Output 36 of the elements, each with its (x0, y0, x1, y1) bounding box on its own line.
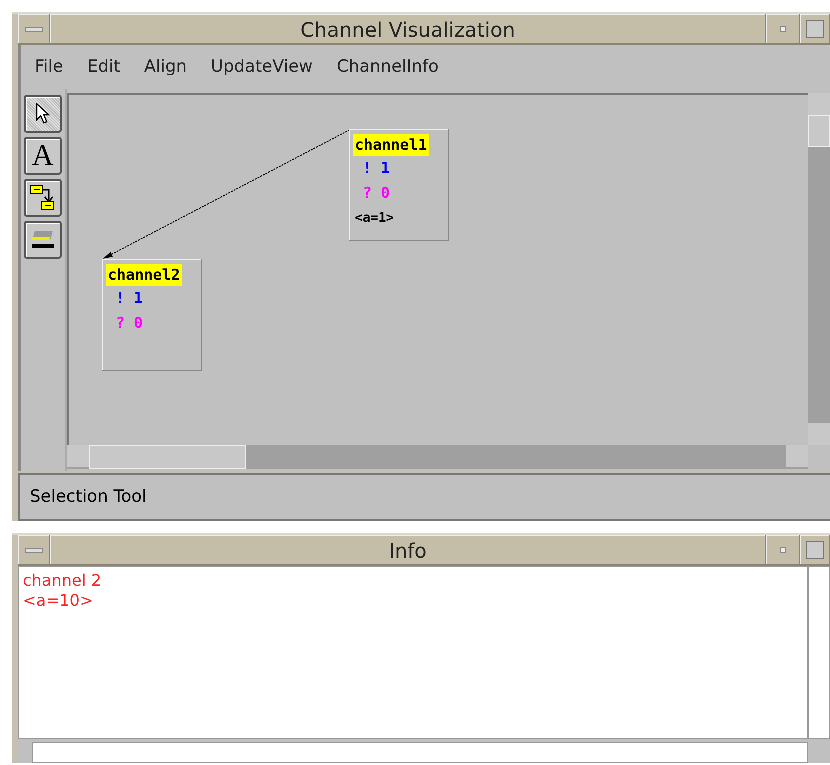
maximize-button[interactable] (800, 535, 830, 565)
minimize-button[interactable] (766, 535, 800, 565)
info-line: channel 2 (23, 571, 103, 591)
horizontal-scrollbar[interactable] (32, 742, 808, 763)
pointer-icon (35, 103, 51, 125)
channel-name: channel1 (353, 134, 430, 156)
menu-item[interactable]: Edit (87, 57, 120, 77)
receive-count: ? 0 (362, 183, 392, 204)
channel-name: channel2 (106, 264, 182, 286)
channel-node[interactable]: channel1 ! 1 ? 0 <a=1> (349, 129, 449, 241)
info-line: <a=10> (23, 591, 94, 611)
channel-value: <a=1> (354, 210, 396, 228)
send-count: ! 1 (115, 288, 144, 309)
text-tool-button[interactable]: A (24, 137, 62, 175)
window-menu-button[interactable] (18, 535, 50, 565)
window-title: Info (50, 535, 766, 565)
connector-icon (30, 184, 56, 212)
selection-tool-button[interactable] (24, 95, 62, 133)
window-title: Channel Visualization (50, 14, 766, 44)
menu-item[interactable]: UpdateView (211, 57, 313, 77)
maximize-button[interactable] (800, 14, 830, 44)
receive-count: ? 0 (115, 313, 144, 334)
window-menu-button[interactable] (18, 14, 50, 44)
channel-node[interactable]: channel2 ! 1 ? 0 (102, 259, 202, 371)
distributor-tool-button[interactable] (24, 221, 62, 259)
minimize-button[interactable] (766, 14, 800, 44)
send-count: ! 1 (362, 158, 392, 179)
horizontal-scrollbar[interactable] (67, 445, 808, 469)
status-text: Selection Tool (30, 487, 147, 507)
menu-item[interactable]: Align (144, 57, 188, 77)
menu-item[interactable]: File (35, 57, 64, 77)
vertical-scrollbar[interactable] (808, 93, 830, 445)
vertical-scrollbar[interactable] (808, 566, 830, 739)
menu-item[interactable]: ChannelInfo (336, 57, 439, 77)
info-text-area[interactable]: channel 2 <a=10> (18, 566, 808, 739)
connector-tool-button[interactable] (24, 179, 62, 217)
